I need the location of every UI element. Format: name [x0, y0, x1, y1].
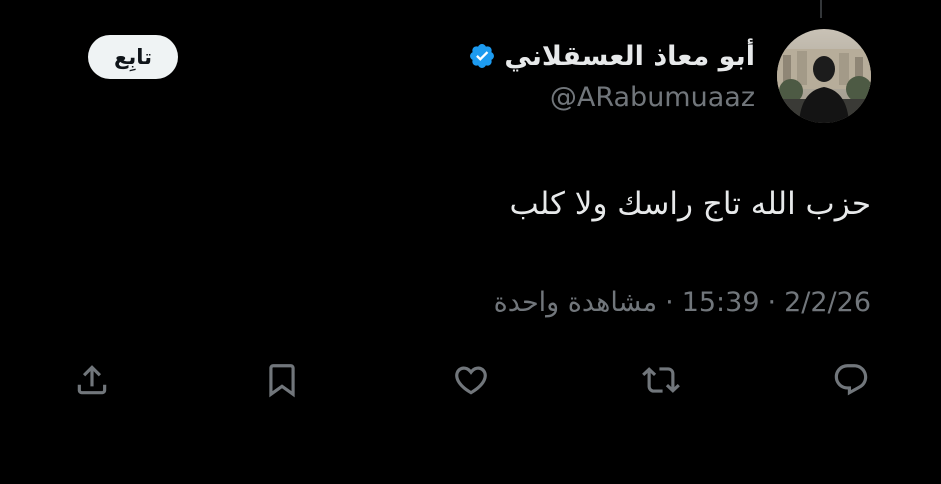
reply-icon: [834, 364, 868, 396]
reply-button[interactable]: [826, 355, 876, 405]
author-handle[interactable]: @ARabumuaaz: [550, 82, 755, 113]
tweet-date[interactable]: 2/2/26: [784, 287, 871, 318]
bookmark-button[interactable]: [257, 355, 307, 405]
retweet-button[interactable]: [636, 355, 686, 405]
tweet-text: حزب الله تاج راسك ولا كلب: [509, 186, 871, 222]
avatar[interactable]: [777, 29, 871, 123]
verified-badge-icon: [470, 44, 495, 68]
author-display-name[interactable]: أبو معاذ العسقلاني: [504, 41, 755, 72]
tweet-time[interactable]: 15:39: [682, 287, 760, 318]
share-button[interactable]: [67, 355, 117, 405]
meta-separator: ·: [665, 287, 674, 318]
share-icon: [77, 365, 107, 395]
avatar-image: [777, 29, 871, 123]
follow-button[interactable]: تابِع: [88, 35, 178, 79]
heart-icon: [455, 366, 487, 395]
tweet-action-bar: [0, 355, 941, 405]
view-count[interactable]: مشاهدة واحدة: [494, 287, 657, 318]
author-name-row: أبو معاذ العسقلاني: [468, 38, 755, 74]
like-button[interactable]: [446, 355, 496, 405]
retweet-icon: [642, 367, 680, 393]
meta-separator: ·: [767, 287, 777, 318]
tweet-metadata: 2/2/26 · 15:39 · مشاهدة واحدة: [494, 287, 871, 318]
thread-connector-line: [820, 0, 822, 18]
bookmark-icon: [269, 364, 295, 398]
